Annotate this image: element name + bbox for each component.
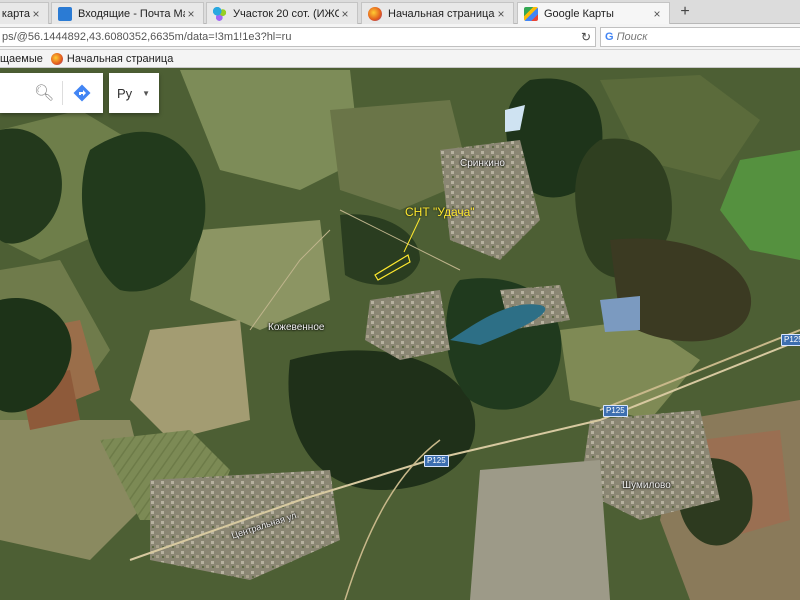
caret-down-icon: ▼ (142, 88, 151, 98)
url-text[interactable]: ps/@56.1444892,43.6080352,6635m/data=!3m… (0, 31, 577, 43)
road-badge-p125: P125 (424, 455, 449, 467)
tab-title: Google Карты (544, 7, 614, 20)
close-icon[interactable]: × (495, 7, 507, 21)
new-tab-button[interactable]: + (675, 2, 695, 22)
firefox-icon (50, 52, 63, 65)
search-input[interactable] (616, 31, 767, 43)
close-icon[interactable]: × (339, 7, 351, 21)
tab-bar: Публичная кадастровая карта × Входящие -… (0, 0, 800, 24)
bookmark-label: Начальная страница (66, 52, 174, 65)
close-icon[interactable]: × (185, 7, 197, 21)
search-icon[interactable]: 🔍︎ (34, 83, 54, 103)
google-search-icon: G (605, 31, 614, 43)
divider (62, 81, 63, 105)
search-bar[interactable]: G (600, 27, 800, 47)
reload-icon[interactable]: ↻ (577, 30, 595, 44)
language-label: Ру (117, 85, 133, 101)
tab-firefox-start[interactable]: Начальная страница Mozilla Firefox × (361, 2, 514, 24)
bookmarks-toolbar: щаемые Начальная страница (0, 50, 800, 68)
address-bar[interactable]: ps/@56.1444892,43.6080352,6635m/data=!3m… (0, 27, 596, 47)
tab-mail[interactable]: Входящие - Почта Mail.Ru × (51, 2, 204, 24)
navigation-bar: ps/@56.1444892,43.6080352,6635m/data=!3m… (0, 24, 800, 50)
place-label-kozhevennoe[interactable]: Кожевенное (268, 322, 324, 333)
close-icon[interactable]: × (651, 7, 663, 21)
avito-icon (213, 6, 227, 21)
plot-annotation-label: СНТ "Удача" (405, 205, 475, 219)
bookmark-start-page[interactable]: Начальная страница (50, 52, 174, 65)
satellite-map[interactable] (0, 68, 800, 600)
firefox-icon (368, 6, 382, 21)
mail-icon (58, 6, 72, 21)
tab-cadastral-map[interactable]: Публичная кадастровая карта × (0, 2, 49, 24)
google-maps-icon (524, 6, 538, 21)
bookmark-most-visited[interactable]: щаемые (0, 53, 43, 65)
directions-icon[interactable] (71, 82, 93, 104)
tab-title: Начальная страница Mozilla Firefox (388, 7, 495, 20)
close-icon[interactable]: × (30, 7, 42, 21)
place-label-srinkino[interactable]: Сринкино (460, 158, 505, 169)
place-label-shumilovo[interactable]: Шумилово (622, 480, 671, 491)
tab-title: Участок 20 сот. (ИЖС) - купить (233, 7, 339, 20)
road-badge-p125: P125 (603, 405, 628, 417)
language-select[interactable]: Ру ▼ (109, 73, 159, 113)
road-badge-p125: P125 (781, 334, 800, 346)
tab-avito[interactable]: Участок 20 сот. (ИЖС) - купить × (206, 2, 358, 24)
map-search-panel[interactable]: 🔍︎ (0, 73, 103, 113)
tab-google-maps[interactable]: Google Карты × (517, 2, 670, 24)
tab-title: Входящие - Почта Mail.Ru (78, 7, 185, 20)
tab-title: Публичная кадастровая карта (0, 7, 30, 20)
satellite-imagery (0, 68, 800, 600)
